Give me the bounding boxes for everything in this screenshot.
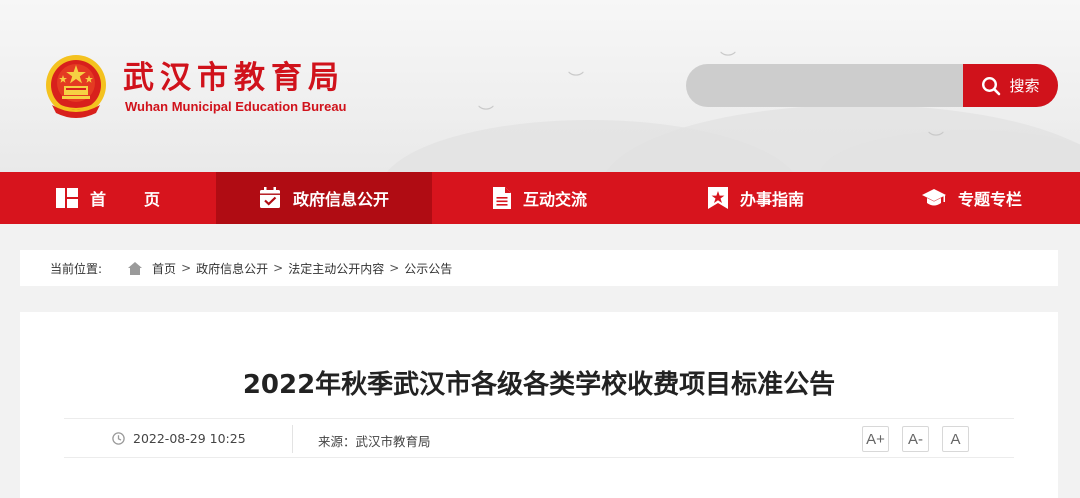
site-subtitle: Wuhan Municipal Education Bureau (125, 99, 347, 114)
national-emblem-icon (46, 55, 106, 118)
breadcrumb-link-statutory[interactable]: 法定主动公开内容 (288, 260, 384, 277)
nav-item-label: 办事指南 (739, 190, 804, 209)
search-input[interactable] (686, 64, 963, 107)
font-size-reset-button[interactable]: A (942, 426, 969, 452)
document-icon (492, 187, 511, 209)
font-size-increase-button[interactable]: A+ (862, 426, 889, 452)
article-source: 来源：武汉市教育局 (318, 434, 431, 449)
search-button-label: 搜索 (1009, 77, 1040, 95)
font-decrease-label: A- (908, 430, 923, 448)
nav-item-label: 互动交流 (522, 190, 587, 209)
breadcrumb-prefix: 当前位置: (50, 261, 103, 276)
breadcrumb-link-notices[interactable]: 公示公告 (404, 260, 452, 277)
grid-icon (55, 188, 78, 208)
home-icon (128, 261, 143, 275)
site-header: ︶ ︶ ︶ ︶ 武汉市教育局 Wuhan Municipal Education… (0, 0, 1080, 172)
publish-date: 2022-08-29 10:25 (112, 431, 246, 446)
bird-decoration: ︶ (568, 70, 585, 89)
breadcrumb-separator: > (273, 261, 284, 275)
breadcrumb-separator: > (389, 261, 400, 275)
font-increase-label: A+ (866, 430, 885, 448)
article-title: 2022年秋季武汉市各级各类学校收费项目标准公告 (242, 370, 836, 400)
nav-item-label: 政府信息公开 (292, 190, 389, 209)
nav-item-gov-info[interactable]: 政府信息公开 (216, 172, 432, 224)
bird-decoration: ︶ (928, 130, 945, 149)
article-panel: 2022年秋季武汉市各级各类学校收费项目标准公告 2022-08-29 10:2… (20, 312, 1058, 498)
clock-icon (112, 432, 125, 445)
font-reset-label: A (950, 430, 961, 448)
search-icon (982, 76, 1001, 95)
search-bar: 搜索 (686, 64, 1058, 107)
calendar-check-icon (259, 187, 280, 208)
meta-divider (292, 425, 293, 453)
site-title: 武汉市教育局 (123, 60, 345, 96)
nav-item-guide[interactable]: 办事指南 (648, 172, 864, 224)
breadcrumb-separator: > (181, 261, 192, 275)
nav-item-label: 专题专栏 (957, 190, 1022, 209)
bookmark-star-icon (707, 187, 728, 209)
breadcrumb-link-gov-info[interactable]: 政府信息公开 (196, 260, 268, 277)
article-meta: 2022-08-29 10:25 来源：武汉市教育局 A+ A- A (64, 418, 1014, 458)
breadcrumb: 当前位置: 首页 > 政府信息公开 > 法定主动公开内容 > 公示公告 (20, 250, 1058, 286)
nav-item-interaction[interactable]: 互动交流 (432, 172, 648, 224)
graduation-cap-icon (921, 189, 946, 206)
nav-item-home[interactable]: 首页 (0, 172, 216, 224)
breadcrumb-link-home[interactable]: 首页 (152, 260, 176, 277)
nav-item-label: 首页 (89, 190, 198, 209)
search-button[interactable]: 搜索 (963, 64, 1058, 107)
nav-item-special[interactable]: 专题专栏 (864, 172, 1080, 224)
main-nav: 首页 政府信息公开 互动交流 办事指南 专题专栏 (0, 172, 1080, 224)
font-size-decrease-button[interactable]: A- (902, 426, 929, 452)
bird-decoration: ︶ (478, 104, 495, 123)
publish-date-text: 2022-08-29 10:25 (133, 431, 246, 446)
